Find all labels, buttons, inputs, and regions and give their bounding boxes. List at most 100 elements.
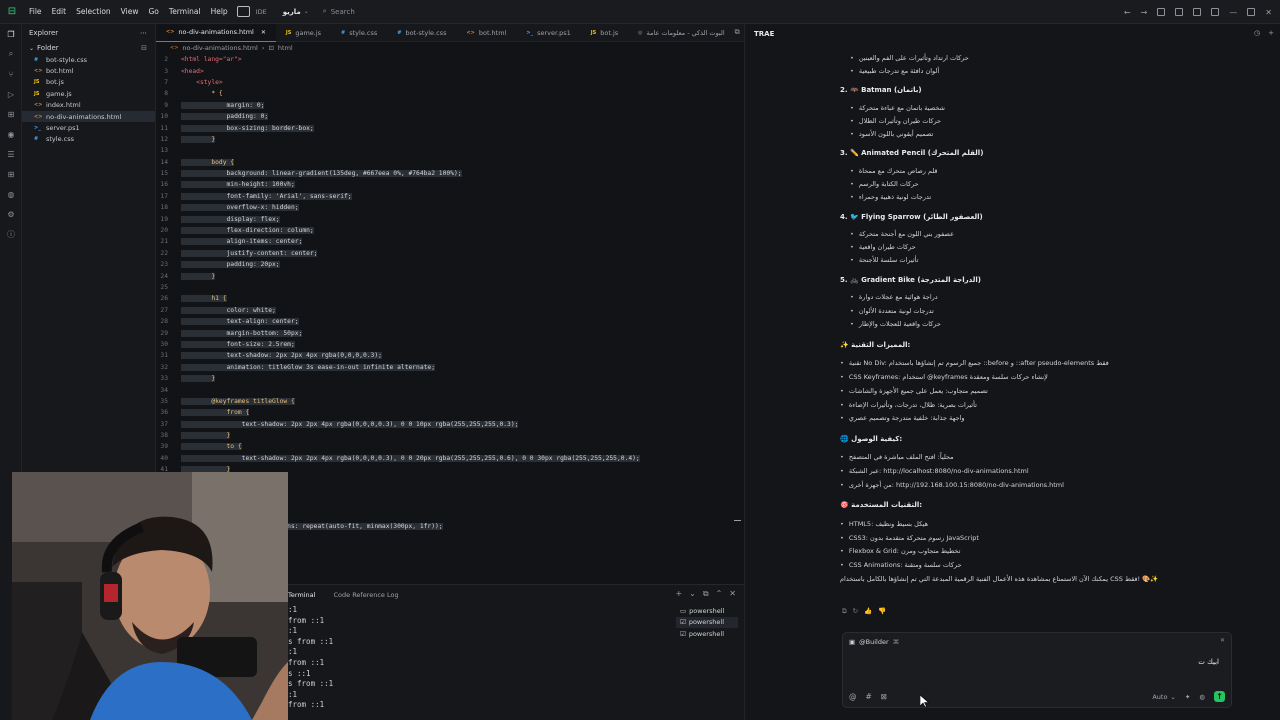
- editor-tab[interactable]: <> bot.html: [456, 24, 516, 42]
- code-line: 8 * {: [156, 88, 744, 99]
- breadcrumb-file[interactable]: no-div-animations.html: [182, 44, 257, 52]
- image-icon[interactable]: ⊠: [881, 692, 887, 701]
- search-activity-icon[interactable]: ⌕: [0, 44, 22, 64]
- file-item[interactable]: >_ server.ps1: [22, 122, 155, 133]
- extensions-icon[interactable]: ⊞: [0, 104, 22, 124]
- editor-tab[interactable]: <> no-div-animations.html ✕: [156, 23, 276, 42]
- menu-edit[interactable]: Edit: [47, 0, 72, 24]
- settings-gear-icon[interactable]: ⚙: [0, 204, 22, 224]
- file-item[interactable]: # style.css: [22, 134, 155, 145]
- menu-selection[interactable]: Selection: [71, 0, 116, 24]
- search-box[interactable]: ⌕ Search: [323, 7, 355, 16]
- copy-icon[interactable]: ⧉: [842, 607, 847, 616]
- chat-history-icon[interactable]: ◷: [1254, 29, 1260, 37]
- chat-text: شخصية باتمان مع عباءة متحركة: [850, 104, 945, 112]
- file-item[interactable]: <> no-div-animations.html: [22, 110, 155, 123]
- editor-tab[interactable]: # bot-style.css: [387, 24, 456, 42]
- menu-go[interactable]: Go: [143, 0, 163, 24]
- editor-tab[interactable]: JS bot.js: [581, 24, 628, 42]
- editor-tab[interactable]: JS game.js: [276, 24, 331, 42]
- breadcrumb-node[interactable]: html: [278, 44, 293, 52]
- microphone-icon[interactable]: ◍: [1199, 693, 1205, 701]
- info-icon[interactable]: ⓘ: [0, 224, 22, 244]
- file-item[interactable]: # bot-style.css: [22, 54, 155, 65]
- editor-tab[interactable]: # style.css: [331, 24, 387, 42]
- sidebar-toggle-icon[interactable]: [1193, 8, 1202, 16]
- new-chat-icon[interactable]: +: [1268, 29, 1274, 37]
- collapse-all-icon[interactable]: ⊟: [141, 44, 147, 52]
- split-editor-icon[interactable]: ⧉: [735, 28, 740, 37]
- file-item[interactable]: JS bot.js: [22, 77, 155, 88]
- retry-icon[interactable]: ↻: [853, 607, 858, 616]
- editor-tab[interactable]: ◎ البوت الذكي - معلومات عامة: [628, 24, 734, 42]
- terminal-instance[interactable]: ☑ powershell: [676, 628, 738, 640]
- hash-icon[interactable]: #: [866, 692, 872, 701]
- terminal-instance[interactable]: ▭ powershell: [676, 605, 738, 617]
- file-item[interactable]: JS game.js: [22, 88, 155, 99]
- terminal-instances: ▭ powershell ☑ powershell ☑ powershell: [676, 605, 738, 640]
- chevron-down-icon[interactable]: ⌄: [689, 589, 696, 599]
- menu-file[interactable]: File: [24, 0, 47, 24]
- mode-select[interactable]: Auto: [1152, 693, 1167, 701]
- chat-toggle-icon[interactable]: [1211, 8, 1220, 16]
- chat-text: تدرجات لونية متعددة الألوان: [850, 307, 934, 315]
- mention-icon[interactable]: @: [849, 692, 857, 701]
- more-options-icon[interactable]: ⋯: [140, 29, 147, 37]
- close-icon[interactable]: ✕: [1265, 8, 1272, 17]
- builder-label: @Builder: [859, 638, 889, 646]
- line-number: 27: [160, 306, 168, 314]
- thumbs-up-icon[interactable]: 👍: [864, 607, 872, 616]
- back-arrow-icon[interactable]: ←: [1124, 8, 1131, 17]
- terminal-instance[interactable]: ☑ powershell: [676, 616, 738, 628]
- close-panel-icon[interactable]: ✕: [729, 589, 736, 599]
- globe-icon[interactable]: ◍: [0, 184, 22, 204]
- builder-tag[interactable]: ▣ @Builder ⌘: [849, 638, 899, 646]
- code-line: 32 animation: titleGlow 3s ease-in-out i…: [156, 362, 744, 373]
- menu-view[interactable]: View: [116, 0, 144, 24]
- remote-icon[interactable]: ◉: [0, 124, 22, 144]
- tab-file-icon: #: [341, 29, 346, 36]
- menu-help[interactable]: Help: [206, 0, 233, 24]
- line-number: 17: [160, 192, 168, 200]
- project-name[interactable]: ماريو: [283, 8, 301, 16]
- chevron-down-icon[interactable]: ⌄: [1170, 693, 1175, 701]
- chat-heading: 2. 🦇 Batman (باتمان): [840, 86, 922, 94]
- menu-terminal[interactable]: Terminal: [164, 0, 206, 24]
- add-terminal-icon[interactable]: +: [675, 589, 682, 599]
- thumbs-down-icon[interactable]: 👎: [878, 607, 886, 616]
- code-text: }: [181, 432, 231, 440]
- close-tab-icon[interactable]: ✕: [261, 29, 266, 36]
- forward-arrow-icon[interactable]: →: [1141, 8, 1148, 17]
- file-name: bot-style.css: [46, 55, 87, 64]
- file-item[interactable]: <> bot.html: [22, 65, 155, 76]
- chevron-down-icon[interactable]: ⌄: [304, 8, 309, 15]
- folder-root[interactable]: ⌄ Folder ⊟: [22, 42, 155, 54]
- layout-icon[interactable]: [1157, 8, 1166, 16]
- panel-toggle-icon[interactable]: [1175, 8, 1184, 16]
- split-icon[interactable]: ⧉: [703, 589, 709, 599]
- grid-icon[interactable]: ⊞: [0, 164, 22, 184]
- line-number: 13: [160, 147, 168, 155]
- file-item[interactable]: <> index.html: [22, 100, 155, 111]
- tab-terminal[interactable]: Terminal: [288, 591, 315, 599]
- close-tag-icon[interactable]: ✕: [1220, 637, 1225, 644]
- database-icon[interactable]: ☰: [0, 144, 22, 164]
- sparkle-icon[interactable]: ✦: [1185, 693, 1190, 701]
- code-text: }: [181, 135, 216, 143]
- chat-text: حركات طيران واقعية: [850, 243, 916, 251]
- run-debug-icon[interactable]: ▷: [0, 84, 22, 104]
- maximize-icon[interactable]: [1247, 8, 1256, 16]
- code-text: font-family: 'Arial', sans-serif;: [181, 192, 352, 200]
- source-control-icon[interactable]: ⑂: [0, 64, 22, 84]
- editor-tab[interactable]: >_ server.ps1: [516, 24, 580, 42]
- tab-code-reference-log[interactable]: Code Reference Log: [333, 591, 398, 599]
- maximize-panel-icon[interactable]: ⌃: [716, 589, 723, 599]
- minimize-icon[interactable]: —: [1229, 8, 1237, 17]
- code-text: background: linear-gradient(135deg, #667…: [181, 170, 462, 178]
- chat-title: TRAE: [754, 30, 775, 38]
- ide-mode-icon[interactable]: [236, 6, 250, 17]
- chat-input-box[interactable]: ▣ @Builder ⌘ ✕ ابيك ت @ # ⊠ Auto ⌄ ✦ ◍ ↑: [842, 632, 1232, 708]
- send-button[interactable]: ↑: [1214, 691, 1225, 702]
- builder-icon: ▣: [849, 638, 856, 646]
- explorer-icon[interactable]: ❐: [0, 24, 22, 44]
